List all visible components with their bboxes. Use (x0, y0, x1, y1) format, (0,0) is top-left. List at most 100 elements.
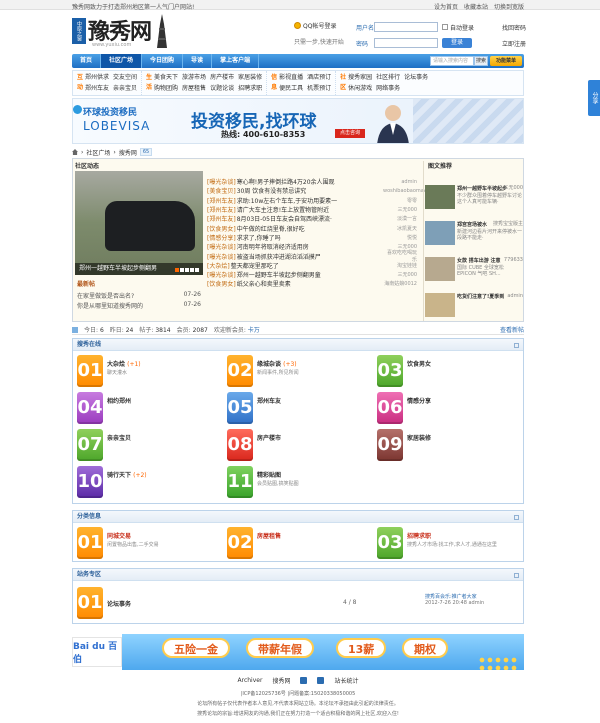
board-name[interactable]: 亲亲宝贝 (107, 433, 131, 442)
collapse-icon[interactable] (514, 515, 519, 520)
search-button[interactable]: 搜索 (474, 56, 488, 66)
quick-link[interactable]: 议题论谈 (210, 84, 234, 94)
card-thumbnail[interactable] (425, 257, 455, 281)
thread-title[interactable]: 求助:10w左右个车车,于安功用要素一 (237, 196, 383, 205)
quick-link[interactable]: 论坛事务 (404, 73, 428, 83)
card-thumbnail[interactable] (425, 221, 455, 245)
home-icon[interactable] (72, 149, 78, 155)
login-button[interactable]: 登录 (442, 38, 472, 48)
thread-category[interactable]: [郑州车友] (207, 214, 236, 223)
board-item[interactable]: 02 缘城杂谈 (+3) 新闻事件,所见所闻 (227, 355, 377, 391)
featured-photo[interactable]: 郑州一越野车半坡起步侧翻男 (75, 171, 203, 275)
board-item[interactable]: 05 郑州车友 (227, 392, 377, 428)
quick-link[interactable]: 社区排行 (376, 73, 400, 83)
stats-link[interactable]: 站长统计 (334, 676, 358, 685)
nav-community[interactable]: 社区广场 (101, 54, 143, 68)
quick-link[interactable]: 休闲游戏 (348, 84, 372, 94)
thread-title[interactable]: 求求了,你睡了吗 (237, 233, 383, 242)
thread-category[interactable]: [郑州车友] (207, 205, 236, 214)
quick-link[interactable]: 郑州车友 (85, 84, 109, 94)
thread-author[interactable]: 三无000 (383, 271, 417, 278)
board-name[interactable]: 骑行天下 (+2) (107, 470, 147, 479)
nav-home[interactable]: 首页 (72, 54, 102, 68)
quick-link[interactable]: 交友空间 (113, 73, 137, 83)
thread-title[interactable]: 请广大车主注意!车上放置物管附近 (237, 205, 383, 214)
board-name[interactable]: 相约郑州 (107, 396, 131, 405)
thread-title[interactable]: 郑州一越野车半坡起步侧翻男童 (237, 270, 383, 279)
list-item[interactable]: 你是从哪里知道搜秀网的 07-26 (77, 301, 201, 310)
quick-link[interactable]: 酒店预订 (307, 73, 331, 83)
list-item[interactable]: [曝光杂谈] 寒心啊!男子摔倒拦路4万20余人围观 admin (207, 177, 417, 187)
thread-category[interactable]: [饮食男女] (207, 224, 236, 233)
thread-category[interactable]: [大杂烩] (207, 261, 230, 270)
board-item[interactable]: 11 精彩贴图 会员贴图,搞笑贴图 (227, 466, 377, 502)
list-item[interactable]: [饮食男女] 纸父亲心和卖里卖素 海南姑娘0012 (207, 279, 417, 288)
board-name[interactable]: 房产楼市 (257, 433, 281, 442)
quick-link[interactable]: 旅游市场 (182, 73, 206, 83)
list-item[interactable]: [饮食男女] 中午做的红烧里脊,很好吃 冰凯夏天 (207, 223, 417, 233)
pic-card[interactable]: 郑宫宫场被水 新建河边看片河开来停被水一段路不能走· 搜秀宝宝版主 (425, 221, 523, 251)
board-item[interactable]: 10 骑行天下 (+2) (77, 466, 227, 502)
thread-category[interactable]: [情感分享] (207, 233, 236, 242)
card-thumbnail[interactable] (425, 185, 455, 209)
pic-card[interactable]: 女款 搭车出游 注意 国际 CUBE 全球宽松 EPICON 气吧 SH... 77… (425, 257, 523, 287)
collapse-icon[interactable] (514, 343, 519, 348)
thread-title[interactable]: 整天都宠里那吃了 (231, 261, 383, 270)
board-item[interactable]: 09 家居装修 (377, 429, 527, 465)
thread-title[interactable]: 寒心啊!男子摔倒拦路4万20余人围观 (237, 177, 383, 186)
view-new-posts-link[interactable]: 查看新帖 (500, 325, 524, 334)
thread-title[interactable]: 中午做的红烧里脊,很好吃 (237, 224, 383, 233)
set-homepage-link[interactable]: 设为首页 (434, 2, 458, 11)
thread-author[interactable]: 零零 (383, 197, 417, 204)
board-name[interactable]: 郑州车友 (257, 396, 281, 405)
board-item[interactable]: 01 大杂烩 (+1) 聊天灌水 (77, 355, 227, 391)
site-link[interactable]: 搜秀网 (272, 676, 290, 685)
board-name[interactable]: 饮食男女 (407, 359, 431, 368)
thread-category[interactable]: [郑州车友] (207, 196, 236, 205)
quick-link[interactable]: 影视直播 (279, 73, 303, 83)
board-name[interactable]: 招聘求职 (407, 531, 431, 540)
thread-category[interactable]: [曝光杂谈] (207, 252, 236, 261)
thread-author[interactable]: 淘宝娃娃 (383, 262, 417, 269)
list-item[interactable]: [郑州车友] 8月03日-05日车友会自驾西峡漂流· 淡漠一言 (207, 214, 417, 223)
quick-link[interactable]: 便民工具 (279, 84, 303, 94)
quick-link[interactable]: 招聘求职 (238, 84, 262, 94)
thread-category[interactable]: [曝光杂谈] (207, 242, 236, 251)
thread-author[interactable]: 冰凯夏天 (383, 225, 417, 232)
quick-link[interactable]: 网络事务 (376, 84, 400, 94)
thread-author[interactable]: 淡漠一言 (383, 215, 417, 222)
quick-link[interactable]: 房产楼市 (210, 73, 234, 83)
board-name[interactable]: 情感分享 (407, 396, 431, 405)
quick-link[interactable]: 家居装修 (238, 73, 262, 83)
card-thumbnail[interactable] (425, 293, 455, 317)
thread-title[interactable]: 30周 饮食有没有禁忌讲究 (237, 186, 383, 195)
list-item[interactable]: [大杂烩] 整天都宠里那吃了 淘宝娃娃 (207, 261, 417, 270)
username-input[interactable] (374, 22, 438, 32)
ad-banner[interactable]: 环球投资移民 LOBEVISA 投资移民,找环球 热线: 400-610-835… (72, 98, 524, 144)
board-name[interactable]: 家居装修 (407, 433, 431, 442)
thread-category[interactable]: [曝光杂谈] (207, 177, 236, 186)
board-item[interactable]: 03 招聘求职 搜秀人才市场:找工作,求人才,通通在这里 (377, 527, 527, 563)
archiver-link[interactable]: Archiver (238, 677, 263, 684)
thread-author[interactable]: 海南姑娘0012 (383, 280, 417, 287)
list-item[interactable]: [情感分享] 求求了,你睡了吗 悦悦 (207, 233, 417, 242)
thread-author[interactable]: woshibaobaomaA (383, 188, 427, 194)
latest-post[interactable]: 搜秀百会乐:推广者大家 2012-7-26 20:48 admin (425, 593, 517, 606)
quick-link[interactable]: 房屋租售 (182, 84, 206, 94)
footer-banner[interactable]: Bai du 百伯 五险一金 带薪年假 13薪 期权 (72, 634, 524, 670)
board-name[interactable]: 精彩贴图 (257, 470, 281, 479)
nav-guide[interactable]: 导读 (183, 54, 213, 68)
board-name[interactable]: 缘城杂谈 (+3) (257, 359, 297, 368)
nav-mobile[interactable]: 掌上客户端 (212, 54, 260, 68)
site-logo[interactable]: 中原之窗 豫秀网 www.yuxiu.com (72, 14, 172, 48)
thread-title[interactable]: 河南明年将取消经济适用房 (237, 242, 383, 251)
list-item[interactable]: [郑州车友] 求助:10w左右个车车,于安功用要素一 零零 (207, 196, 417, 205)
collapse-icon[interactable] (514, 573, 519, 578)
forgot-password-link[interactable]: 找回密码 (502, 23, 526, 32)
board-item[interactable]: 07 亲亲宝贝 (77, 429, 227, 465)
auto-login-checkbox[interactable] (442, 24, 448, 30)
list-item[interactable]: [曝光杂谈] 被盗当场抓获冲进湖泊滔滔摸尸 喜欢吃吃喝玩乐 (207, 250, 417, 263)
list-item[interactable]: 在家里做饭是否出名? 07-26 (77, 291, 201, 300)
board-name[interactable]: 房屋租售 (257, 531, 281, 540)
nav-groupbuy[interactable]: 今日团购 (142, 54, 184, 68)
